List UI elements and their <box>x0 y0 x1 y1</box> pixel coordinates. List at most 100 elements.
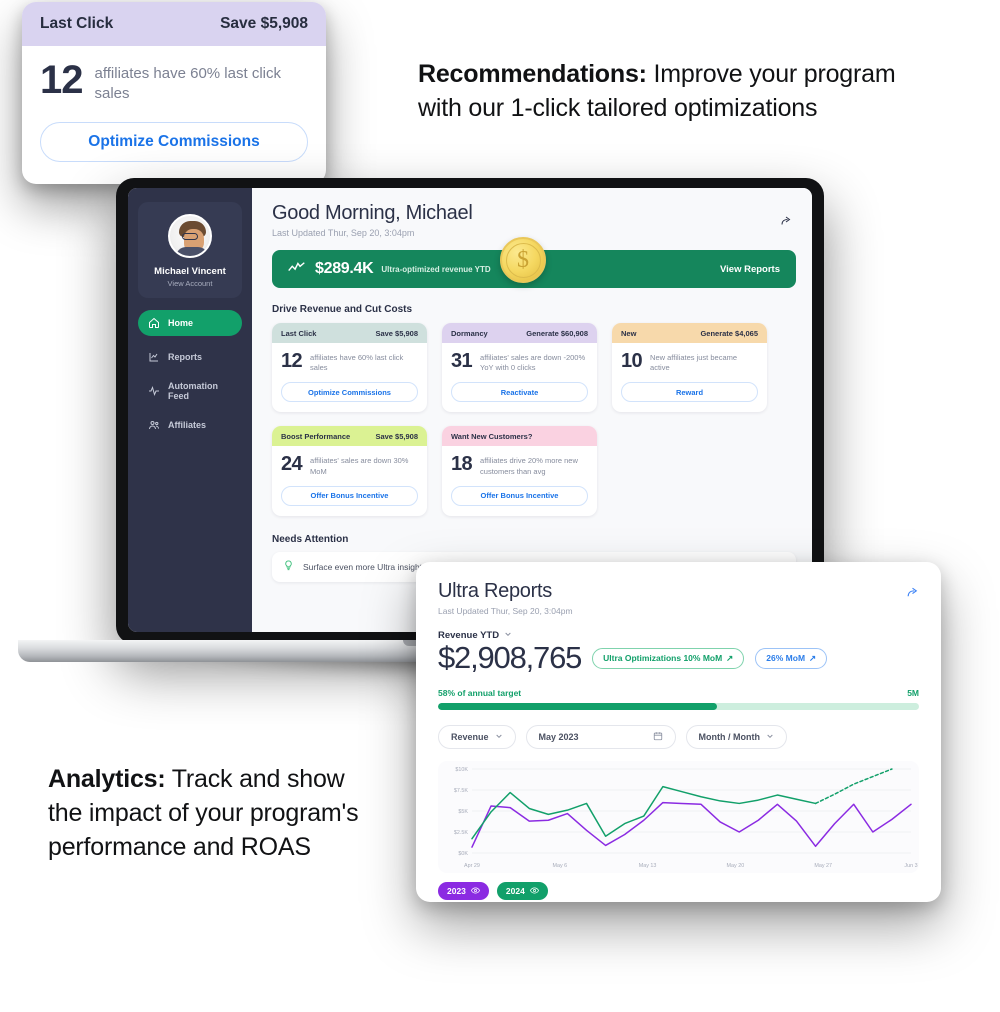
card-header: Dormancy Generate $60,908 <box>442 323 597 343</box>
svg-text:Jun 3: Jun 3 <box>904 863 917 869</box>
chevron-down-icon <box>766 732 774 742</box>
sidebar-nav: Home Reports Automation Feed Affiliates <box>138 310 242 438</box>
svg-text:$0K: $0K <box>458 851 468 857</box>
filter-label: Revenue <box>451 732 489 742</box>
recommendation-card: Dormancy Generate $60,908 31 affiliates'… <box>442 323 597 413</box>
card-text: affiliates drive 20% more new customers … <box>480 456 578 476</box>
svg-text:May 27: May 27 <box>814 863 832 869</box>
revenue-amount-row: $2,908,765 Ultra Optimizations 10% MoM ↗… <box>438 640 919 676</box>
analytics-caption: Analytics: Track and show the impact of … <box>48 762 378 864</box>
card-action-button[interactable]: Reactivate <box>451 382 588 403</box>
badge-label: 26% MoM <box>766 653 806 663</box>
annual-target-text: 58% of annual target <box>438 688 522 698</box>
card-action-button[interactable]: Offer Bonus Incentive <box>281 485 418 506</box>
floating-recommendation-card: Last Click Save $5,908 12 affiliates hav… <box>22 2 326 184</box>
card-header: Last Click Save $5,908 <box>272 323 427 343</box>
avatar <box>168 214 212 258</box>
optimize-commissions-button[interactable]: Optimize Commissions <box>40 121 308 162</box>
share-icon[interactable] <box>906 586 919 604</box>
svg-text:Apr 29: Apr 29 <box>464 863 480 869</box>
card-header: New Generate $4,065 <box>612 323 767 343</box>
sidebar-item-label: Home <box>168 318 194 328</box>
chevron-down-icon <box>495 732 503 742</box>
reports-last-updated: Last Updated Thur, Sep 20, 3:04pm <box>438 606 573 616</box>
sidebar-item-label: Automation Feed <box>168 381 218 401</box>
annual-target-row: 58% of annual target 5M <box>438 688 919 698</box>
card-header: Boost Performance Save $5,908 <box>272 426 427 447</box>
sidebar-item-affiliates[interactable]: Affiliates <box>138 412 242 438</box>
svg-text:May 13: May 13 <box>639 863 657 869</box>
card-action-button[interactable]: Optimize Commissions <box>281 382 418 403</box>
sidebar-profile[interactable]: Michael Vincent View Account <box>138 202 242 298</box>
floating-card-text: affiliates have 60% last click sales <box>94 65 281 102</box>
card-title: New <box>621 328 637 338</box>
view-account-link[interactable]: View Account <box>144 279 236 288</box>
reports-title: Ultra Reports <box>438 580 552 602</box>
arrow-up-right-icon: ↗ <box>809 652 817 663</box>
section-title-drive-revenue: Drive Revenue and Cut Costs <box>272 304 413 315</box>
page-title: Good Morning, Michael <box>272 202 473 224</box>
calendar-icon <box>653 731 663 743</box>
recommendation-card: Boost Performance Save $5,908 24 affilia… <box>272 426 427 516</box>
floating-card-number: 12 <box>40 58 83 102</box>
legend-label: 2023 <box>447 886 466 896</box>
sidebar-item-reports[interactable]: Reports <box>138 344 242 370</box>
chart-svg: $0K $2.5K $5K $7.5K $10K Apr 29 May 6 May 13 May… <box>454 767 918 869</box>
sidebar-item-label: Reports <box>168 352 203 362</box>
home-icon <box>148 317 160 329</box>
eye-icon <box>529 886 539 897</box>
annual-target-progress-fill <box>438 703 717 710</box>
view-reports-button[interactable]: View Reports <box>720 264 780 275</box>
sparkline-icon <box>288 260 305 278</box>
last-updated-text: Last Updated Thur, Sep 20, 3:04pm <box>272 228 415 238</box>
card-text: affiliates have 60% last click sales <box>310 353 404 373</box>
card-number: 18 <box>451 453 473 476</box>
legend-label: 2024 <box>505 886 525 896</box>
filter-label: May 2023 <box>538 732 579 742</box>
legend-item-2024[interactable]: 2024 <box>496 882 548 900</box>
annual-target-progress-bar <box>438 703 919 710</box>
svg-text:May 6: May 6 <box>552 863 567 869</box>
people-icon <box>148 419 160 431</box>
card-title: Last Click <box>281 328 317 338</box>
card-value: Save $5,908 <box>375 431 418 441</box>
recommendation-cards-row-2: Boost Performance Save $5,908 24 affilia… <box>272 426 796 516</box>
recommendations-caption: Recommendations: Improve your program wi… <box>418 57 938 125</box>
revenue-banner: $289.4K Ultra-optimized revenue YTD View… <box>272 237 796 288</box>
card-number: 31 <box>451 350 473 372</box>
floating-card-value: Save $5,908 <box>220 15 308 32</box>
filter-label: Month / Month <box>698 732 761 742</box>
sidebar-item-label: Affiliates <box>168 420 207 430</box>
card-number: 10 <box>621 350 643 372</box>
badge-mom[interactable]: 26% MoM ↗ <box>755 647 828 669</box>
card-action-button[interactable]: Offer Bonus Incentive <box>451 485 588 506</box>
revenue-label: Ultra-optimized revenue YTD <box>381 264 491 274</box>
filter-metric[interactable]: Revenue <box>438 725 516 749</box>
sidebar-item-automation-feed[interactable]: Automation Feed <box>138 378 242 404</box>
card-number: 24 <box>281 453 303 476</box>
svg-text:$10K: $10K <box>455 767 468 773</box>
card-value: Save $5,908 <box>375 328 418 338</box>
dollar-coin-icon: $ <box>500 237 546 283</box>
badge-ultra-optimizations[interactable]: Ultra Optimizations 10% MoM ↗ <box>592 647 745 669</box>
filter-comparison[interactable]: Month / Month <box>685 725 788 749</box>
card-body: 24 affiliates' sales are down 30% MoM <box>272 446 427 476</box>
sidebar-item-home[interactable]: Home <box>138 310 242 336</box>
card-body: 10 New affiliates just became active <box>612 343 767 373</box>
filter-date-range[interactable]: May 2023 <box>525 725 676 749</box>
card-title: Boost Performance <box>281 431 351 441</box>
card-action-button[interactable]: Reward <box>621 382 758 403</box>
chart-icon <box>148 351 160 363</box>
floating-card-title: Last Click <box>40 15 114 32</box>
card-title: Want New Customers? <box>451 431 533 441</box>
chart-legend: 2023 2024 <box>438 882 919 900</box>
card-title: Dormancy <box>451 328 488 338</box>
revenue-line-chart[interactable]: $0K $2.5K $5K $7.5K $10K Apr 29 May 6 May 13 May… <box>438 761 919 873</box>
svg-text:$7.5K: $7.5K <box>454 788 468 794</box>
legend-item-2023[interactable]: 2023 <box>438 882 489 900</box>
revenue-amount: $289.4K <box>315 260 374 277</box>
card-header: Want New Customers? <box>442 426 597 447</box>
share-icon[interactable] <box>780 214 792 232</box>
needs-attention-text: Surface even more Ultra insights <box>303 561 427 572</box>
eye-icon <box>470 886 480 897</box>
